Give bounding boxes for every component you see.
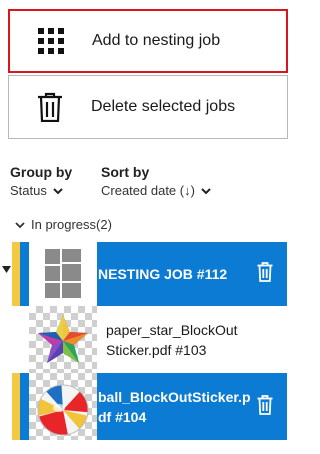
status-stripe: [12, 373, 20, 440]
job-title: NESTING JOB #112: [98, 266, 228, 282]
trash-icon[interactable]: [257, 395, 273, 415]
delete-selected-jobs-button[interactable]: Delete selected jobs: [8, 75, 288, 139]
nesting-grid-icon: [29, 242, 97, 306]
group-by-dropdown[interactable]: Status: [10, 183, 64, 198]
job-title-line-2: Sticker.pdf #103: [106, 342, 207, 358]
sort-by-value: Created date (↓): [101, 183, 195, 198]
grid-icon: [10, 27, 92, 55]
job-title-line-2: df #104: [98, 409, 147, 425]
chevron-down-icon: [201, 187, 211, 194]
collapse-chevron-icon: [15, 221, 25, 228]
sort-by-dropdown[interactable]: Created date (↓): [101, 183, 212, 198]
job-row-ball[interactable]: ball_BlockOutSticker.p df #104: [12, 373, 287, 440]
chevron-down-icon: [53, 187, 63, 194]
star-thumbnail: [29, 306, 97, 373]
group-by-heading: Group by: [10, 164, 73, 180]
add-to-nesting-job-button[interactable]: Add to nesting job: [8, 9, 288, 73]
status-stripe: [12, 242, 20, 306]
job-title: ball_BlockOutSticker.p df #104: [98, 387, 251, 427]
job-row-star[interactable]: paper_star_BlockOut Sticker.pdf #103: [12, 306, 287, 373]
nesting-job-row[interactable]: NESTING JOB #112: [12, 242, 287, 306]
add-to-nesting-job-label: Add to nesting job: [92, 32, 221, 49]
job-title-line-1: ball_BlockOutSticker.p: [98, 389, 251, 405]
trash-icon[interactable]: [257, 262, 273, 282]
job-title-line-1: paper_star_BlockOut: [106, 322, 238, 338]
beach-ball-thumbnail: [29, 373, 97, 440]
group-by-value: Status: [10, 183, 47, 198]
job-title: paper_star_BlockOut Sticker.pdf #103: [106, 320, 238, 360]
in-progress-section-header[interactable]: In progress(2): [15, 217, 112, 232]
trash-icon: [9, 92, 91, 122]
sort-by-heading: Sort by: [101, 164, 150, 180]
section-title: In progress(2): [31, 217, 112, 232]
expand-arrow-icon[interactable]: [2, 266, 11, 274]
delete-selected-jobs-label: Delete selected jobs: [91, 98, 236, 115]
